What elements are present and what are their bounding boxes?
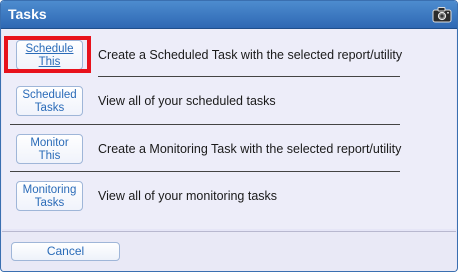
row-description: View all of your monitoring tasks — [98, 189, 278, 203]
schedule-this-button[interactable]: Schedule This — [16, 40, 83, 70]
monitoring-tasks-button[interactable]: Monitoring Tasks — [16, 181, 83, 211]
button-label-line2: Tasks — [34, 102, 65, 114]
row-divider — [98, 76, 400, 77]
row-divider — [10, 124, 400, 125]
task-row-monitoring-tasks: Monitoring Tasks View all of your monito… — [2, 174, 456, 218]
monitor-this-button[interactable]: Monitor This — [16, 134, 83, 164]
task-row-monitor-this: Monitor This Create a Monitoring Task wi… — [2, 127, 456, 171]
row-description: View all of your scheduled tasks — [98, 94, 276, 108]
cancel-button[interactable]: Cancel — [11, 242, 120, 261]
button-label-line1: Monitor — [30, 137, 69, 149]
scheduled-tasks-button[interactable]: Scheduled Tasks — [16, 86, 83, 116]
tasks-dialog: Tasks Schedule This Create a Scheduled T… — [0, 0, 458, 272]
task-row-schedule-this: Schedule This Create a Scheduled Task wi… — [2, 33, 456, 77]
dialog-title: Tasks — [8, 6, 47, 22]
button-label-line1: Scheduled — [22, 89, 77, 101]
row-description: Create a Scheduled Task with the selecte… — [98, 48, 403, 62]
row-description: Create a Monitoring Task with the select… — [98, 142, 402, 156]
camera-icon[interactable] — [432, 6, 452, 23]
row-divider — [10, 171, 400, 172]
dialog-footer: Cancel — [2, 231, 456, 271]
button-label-line2: This — [38, 56, 61, 68]
button-label-line2: Tasks — [34, 197, 65, 209]
button-label-line1: Monitoring — [22, 184, 77, 196]
dialog-titlebar: Tasks — [1, 1, 457, 29]
tasks-list: Schedule This Create a Scheduled Task wi… — [2, 29, 456, 229]
button-label-line1: Schedule — [25, 43, 74, 55]
task-row-scheduled-tasks: Scheduled Tasks View all of your schedul… — [2, 79, 456, 123]
button-label-line2: This — [38, 150, 61, 162]
